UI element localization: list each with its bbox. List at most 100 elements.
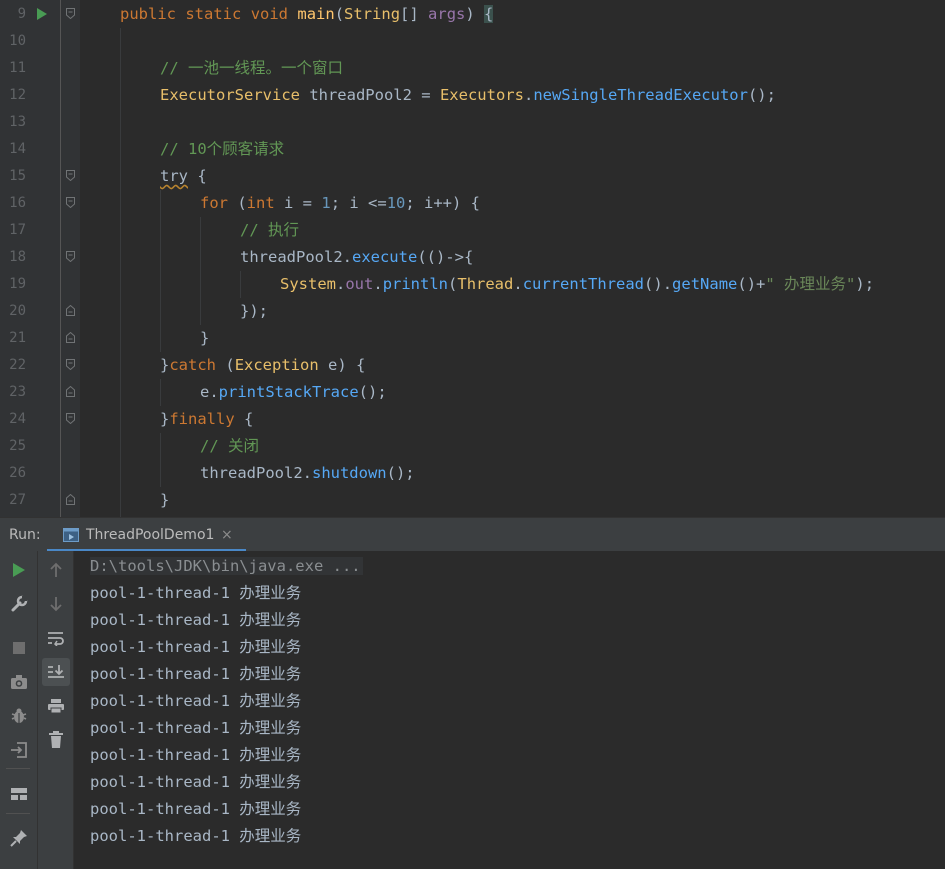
code-line[interactable]: 15 try { (0, 163, 945, 190)
run-label: Run: (9, 527, 41, 543)
console-output-line: pool-1-thread-1 办理业务 (90, 800, 302, 818)
code-text: }finally { (160, 410, 254, 428)
line-number: 9 (17, 6, 26, 22)
fold-open-icon[interactable] (66, 413, 75, 424)
toolbar-separator (6, 813, 30, 814)
line-number: 16 (9, 195, 26, 211)
code-line[interactable]: 24 }finally { (0, 406, 945, 433)
line-number: 18 (9, 249, 26, 265)
line-number: 23 (9, 384, 26, 400)
fold-open-icon[interactable] (66, 170, 75, 181)
console-output-line: pool-1-thread-1 办理业务 (90, 719, 302, 737)
print-icon[interactable] (42, 692, 70, 720)
code-line[interactable]: 23 e.printStackTrace(); (0, 379, 945, 406)
code-line[interactable]: 9 public static void main(String[] args) … (0, 1, 945, 28)
code-text: public static void main(String[] args) { (120, 5, 494, 23)
console-output-line: pool-1-thread-1 办理业务 (90, 827, 302, 845)
console-command-line: D:\tools\JDK\bin\java.exe ... (90, 557, 363, 575)
code-editor[interactable]: 9 public static void main(String[] args) … (0, 0, 945, 517)
run-header: Run: ThreadPoolDemo1 × (0, 517, 945, 552)
line-number: 21 (9, 330, 26, 346)
tab-threadpooldemo1[interactable]: ThreadPoolDemo1 × (47, 518, 246, 552)
code-line[interactable]: 13 (0, 109, 945, 136)
run-toolbar-primary (0, 551, 37, 869)
code-line[interactable]: 16 for (int i = 1; i <=10; i++) { (0, 190, 945, 217)
line-number: 25 (9, 438, 26, 454)
console-output-line: pool-1-thread-1 办理业务 (90, 773, 302, 791)
line-number: 10 (9, 33, 26, 49)
code-line[interactable]: 19 System.out.println(Thread.currentThrea… (0, 271, 945, 298)
code-line[interactable]: 11 // 一池一线程。一个窗口 (0, 55, 945, 82)
exit-icon[interactable] (5, 736, 33, 764)
run-gutter-icon[interactable] (37, 8, 47, 20)
trash-icon[interactable] (42, 726, 70, 754)
stop-icon[interactable] (5, 634, 33, 662)
code-text: // 一池一线程。一个窗口 (160, 59, 343, 77)
run-icon[interactable] (5, 556, 33, 584)
soft-wrap-icon[interactable] (42, 624, 70, 652)
fold-close-icon[interactable] (66, 386, 75, 397)
code-line[interactable]: 10 (0, 28, 945, 55)
line-number: 19 (9, 276, 26, 292)
line-number: 24 (9, 411, 26, 427)
code-text: }catch (Exception e) { (160, 356, 366, 374)
line-number: 17 (9, 222, 26, 238)
run-tool-window: Run: ThreadPoolDemo1 × D:\tools\JDK\bin\… (0, 517, 945, 869)
line-number: 15 (9, 168, 26, 184)
scroll-to-end-icon[interactable] (42, 658, 70, 686)
code-line[interactable]: 25 // 关闭 (0, 433, 945, 460)
fold-open-icon[interactable] (66, 251, 75, 262)
pin-icon[interactable] (5, 824, 33, 852)
toolbar-separator (6, 768, 30, 769)
code-text: threadPool2.shutdown(); (200, 464, 415, 482)
console-output-line: pool-1-thread-1 办理业务 (90, 692, 302, 710)
console-output-line: pool-1-thread-1 办理业务 (90, 611, 302, 629)
run-config-icon (63, 527, 79, 542)
line-number: 11 (9, 60, 26, 76)
tab-close-icon[interactable]: × (221, 518, 233, 552)
code-line[interactable]: 12 ExecutorService threadPool2 = Executor… (0, 82, 945, 109)
fold-open-icon[interactable] (66, 197, 75, 208)
code-text: // 执行 (240, 221, 299, 239)
console-output[interactable]: D:\tools\JDK\bin\java.exe ... pool-1-thr… (74, 551, 945, 869)
fold-open-icon[interactable] (66, 359, 75, 370)
line-number: 20 (9, 303, 26, 319)
console-output-line: pool-1-thread-1 办理业务 (90, 665, 302, 683)
line-number: 14 (9, 141, 26, 157)
line-number: 13 (9, 114, 26, 130)
camera-icon[interactable] (5, 668, 33, 696)
code-line[interactable]: 27} (0, 487, 945, 514)
code-line[interactable]: 22 }catch (Exception e) { (0, 352, 945, 379)
run-toolbar-secondary (37, 551, 74, 869)
code-line[interactable]: 17 // 执行 (0, 217, 945, 244)
bug-icon[interactable] (5, 702, 33, 730)
fold-open-icon[interactable] (66, 8, 75, 19)
code-text: // 10个顾客请求 (160, 140, 285, 158)
layout-icon[interactable] (5, 780, 33, 808)
fold-close-icon[interactable] (66, 494, 75, 505)
line-number: 26 (9, 465, 26, 481)
code-line[interactable]: 26 threadPool2.shutdown(); (0, 460, 945, 487)
code-text: threadPool2.execute(()->{ (240, 248, 474, 266)
tab-label: ThreadPoolDemo1 (86, 527, 215, 543)
fold-close-icon[interactable] (66, 332, 75, 343)
code-text: }); (240, 302, 268, 320)
code-text: } (200, 329, 210, 347)
fold-close-icon[interactable] (66, 305, 75, 316)
arrow-up-icon[interactable] (42, 556, 70, 584)
code-line[interactable]: 18 threadPool2.execute(()->{ (0, 244, 945, 271)
code-line[interactable]: 20}); (0, 298, 945, 325)
console-output-line: pool-1-thread-1 办理业务 (90, 638, 302, 656)
console-output-line: pool-1-thread-1 办理业务 (90, 584, 302, 602)
code-text: // 关闭 (200, 437, 259, 455)
code-text: for (int i = 1; i <=10; i++) { (200, 194, 481, 212)
code-line[interactable]: 14 // 10个顾客请求 (0, 136, 945, 163)
code-text: ExecutorService threadPool2 = Executors.… (160, 86, 776, 104)
line-number: 12 (9, 87, 26, 103)
line-number: 22 (9, 357, 26, 373)
wrench-icon[interactable] (5, 590, 33, 618)
arrow-down-icon[interactable] (42, 590, 70, 618)
code-line[interactable]: 21} (0, 325, 945, 352)
line-number: 27 (9, 492, 26, 508)
code-text: try { (160, 167, 207, 185)
